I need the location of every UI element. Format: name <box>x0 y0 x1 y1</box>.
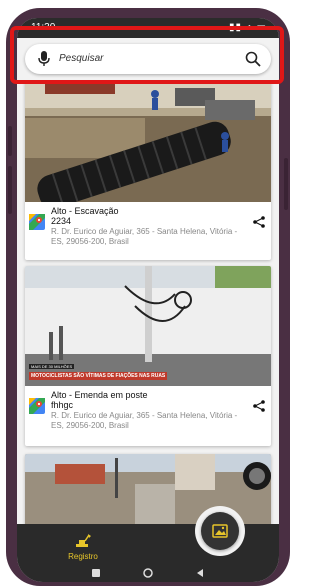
nav-registro-label: Registro <box>68 552 98 561</box>
phone-side-button <box>284 158 288 210</box>
recent-apps-icon[interactable] <box>91 568 101 578</box>
card-title: Alto - Escavação <box>51 206 119 216</box>
report-card[interactable]: Alto - Escavação 2234 R. Dr. Eurico de A… <box>25 84 271 260</box>
app-screen: 11:30 ▮▮ ◔ ▭ Alto - Escavação 2234 R. Dr… <box>17 18 279 582</box>
news-banner: MOTOCICLISTAS SÃO VÍTIMAS DE FIAÇÕES NAS… <box>29 372 168 380</box>
nav-registro[interactable]: Registro <box>63 532 103 561</box>
maps-icon[interactable] <box>29 398 45 414</box>
card-title: Alto - Emenda em poste <box>51 390 148 400</box>
share-icon[interactable] <box>253 400 265 412</box>
back-icon[interactable] <box>195 568 205 578</box>
system-navigation <box>17 564 279 582</box>
excavation-photo[interactable] <box>25 84 271 202</box>
phone-side-button <box>8 166 12 214</box>
share-icon[interactable] <box>253 216 265 228</box>
search-highlight-box <box>10 26 284 84</box>
home-icon[interactable] <box>143 568 153 578</box>
card-code: 2234 <box>51 216 72 226</box>
image-gallery-icon <box>212 524 228 538</box>
card-code: fhhgc <box>51 400 74 410</box>
report-card[interactable]: MAIS DE 30 MILHÕES MOTOCICLISTAS SÃO VÍT… <box>25 266 271 446</box>
feed-list[interactable]: Alto - Escavação 2234 R. Dr. Eurico de A… <box>17 84 279 534</box>
card-address: R. Dr. Eurico de Aguiar, 365 - Santa Hel… <box>51 227 238 246</box>
card-info[interactable]: Alto - Escavação 2234 R. Dr. Eurico de A… <box>25 202 271 260</box>
excavator-icon <box>76 534 91 547</box>
card-info[interactable]: Alto - Emenda em poste fhhgc R. Dr. Euri… <box>25 386 271 446</box>
card-address: R. Dr. Eurico de Aguiar, 365 - Santa Hel… <box>51 411 238 430</box>
gallery-fab-button[interactable] <box>201 512 239 550</box>
phone-side-button <box>8 126 12 156</box>
news-banner-small: MAIS DE 30 MILHÕES <box>29 364 75 369</box>
maps-icon[interactable] <box>29 214 45 230</box>
